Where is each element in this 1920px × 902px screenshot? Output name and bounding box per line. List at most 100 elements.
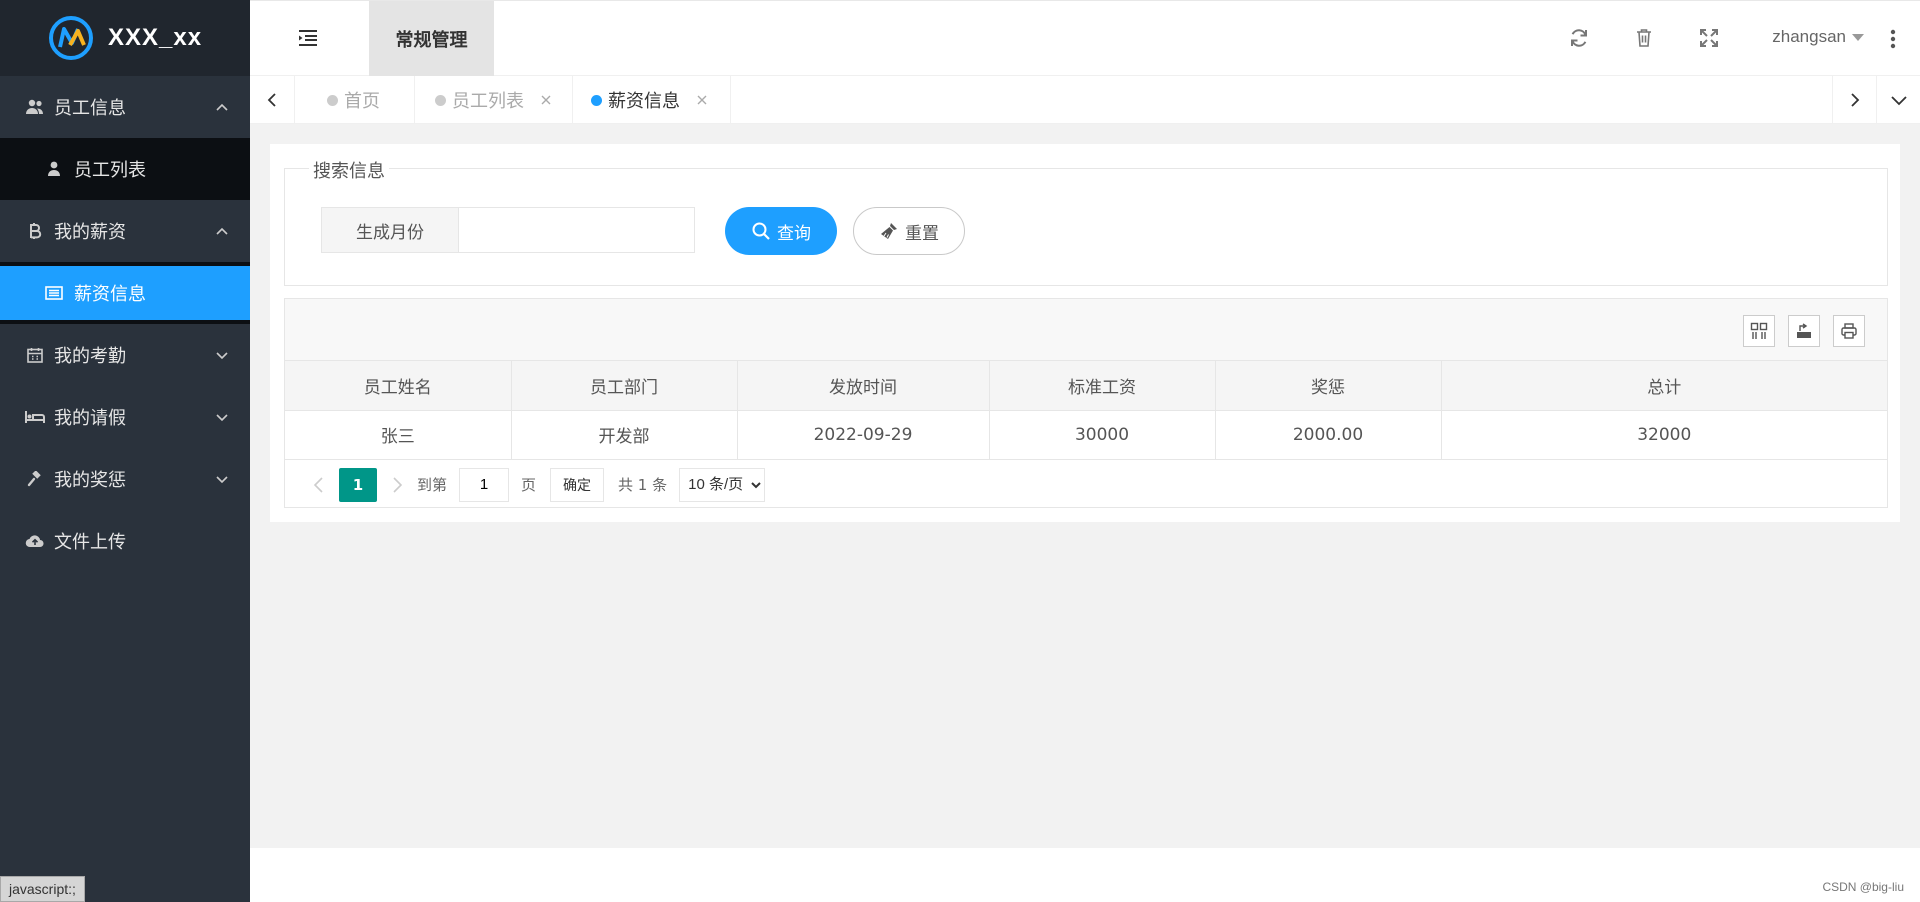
- table-cell: 32000: [1441, 410, 1887, 460]
- sidebar-item-salary-info[interactable]: 薪资信息: [0, 262, 250, 324]
- reset-button[interactable]: 重置: [853, 207, 965, 255]
- sidebar-item-employee-info[interactable]: 员工信息: [0, 76, 250, 138]
- tabs-scroll-left[interactable]: [250, 76, 295, 124]
- tab-label: 薪资信息: [608, 91, 680, 112]
- tab-label: 首页: [344, 91, 380, 112]
- trash-icon[interactable]: [1633, 27, 1655, 49]
- page-size-select[interactable]: 10 条/页: [679, 467, 766, 502]
- tabs-dropdown[interactable]: [1876, 76, 1920, 124]
- goto-page-input[interactable]: [459, 467, 510, 502]
- column-header[interactable]: 奖惩: [1215, 361, 1442, 411]
- calendar-icon: [24, 345, 46, 365]
- chevron-down-icon: [216, 352, 228, 360]
- prev-page-icon[interactable]: [309, 475, 329, 495]
- data-table-panel: 员工姓名 员工部门 发放时间 标准工资 奖惩 总计 张三 开发部 2022-09…: [284, 298, 1888, 508]
- month-label: 生成月份: [321, 207, 459, 253]
- table-cell: 张三: [285, 410, 512, 460]
- chevron-up-icon: [216, 103, 228, 111]
- status-tooltip: javascript:;: [0, 876, 85, 902]
- tab-employee-list[interactable]: 员工列表: [415, 76, 573, 124]
- tab-label: 员工列表: [452, 91, 524, 112]
- table-cell: 开发部: [511, 410, 738, 460]
- fullscreen-icon[interactable]: [1698, 27, 1720, 49]
- salary-table: 员工姓名 员工部门 发放时间 标准工资 奖惩 总计 张三 开发部 2022-09…: [285, 361, 1887, 460]
- user-menu[interactable]: zhangsan: [1772, 27, 1864, 47]
- sidebar-item-label: 我的考勤: [54, 346, 126, 367]
- next-page-icon[interactable]: [387, 475, 407, 495]
- query-button[interactable]: 查询: [725, 207, 837, 255]
- query-label: 查询: [777, 223, 811, 243]
- tabs-scroll-right[interactable]: [1832, 76, 1876, 124]
- print-button[interactable]: [1833, 315, 1865, 347]
- username: zhangsan: [1772, 27, 1846, 46]
- chevron-down-icon: [216, 414, 228, 422]
- column-header[interactable]: 标准工资: [989, 361, 1216, 411]
- sidebar-item-my-salary[interactable]: 我的薪资: [0, 200, 250, 262]
- gavel-icon: [24, 469, 46, 489]
- search-panel: 搜索信息 生成月份 查询 重置: [284, 157, 1888, 286]
- tab-dot: [327, 94, 338, 106]
- columns-filter-button[interactable]: [1743, 315, 1775, 347]
- logo-icon: [49, 16, 93, 60]
- close-icon[interactable]: [696, 94, 708, 106]
- print-icon: [1841, 323, 1857, 339]
- sidebar-item-label: 员工列表: [74, 160, 146, 181]
- sidebar-item-label: 我的请假: [54, 408, 126, 429]
- sidebar: XXX_xx 员工信息 员工列表 我的薪资 薪资信息 我的考勤 我的请假 我的奖…: [0, 0, 250, 902]
- table-toolbar: [285, 299, 1887, 361]
- sidebar-item-label: 我的薪资: [54, 222, 126, 243]
- tab-dot: [435, 94, 446, 106]
- tab-home[interactable]: 首页: [295, 76, 415, 124]
- column-header[interactable]: 员工部门: [511, 361, 738, 411]
- sidebar-item-label: 文件上传: [54, 532, 126, 553]
- chevron-right-icon: [1850, 93, 1859, 107]
- sidebar-item-label: 薪资信息: [74, 284, 146, 305]
- refresh-icon[interactable]: [1568, 27, 1590, 49]
- table-row[interactable]: 张三 开发部 2022-09-29 30000 2000.00 32000: [285, 410, 1887, 460]
- goto-confirm-button[interactable]: 确定: [550, 467, 605, 502]
- page-number-current[interactable]: 1: [339, 467, 377, 502]
- search-icon: [752, 222, 770, 240]
- list-icon: [44, 283, 64, 303]
- tab-salary-info[interactable]: 薪资信息: [573, 76, 731, 124]
- sidebar-item-my-rewards[interactable]: 我的奖惩: [0, 448, 250, 510]
- export-icon: [1797, 323, 1811, 338]
- table-cell: 2022-09-29: [737, 410, 990, 460]
- bed-icon: [24, 407, 46, 427]
- sidebar-item-my-attendance[interactable]: 我的考勤: [0, 324, 250, 386]
- total-count: 共 1 条: [618, 476, 668, 494]
- chevron-left-icon: [267, 93, 276, 107]
- tab-dot: [591, 94, 602, 106]
- top-header: 常规管理 zhangsan: [250, 0, 1920, 76]
- chevron-down-icon: [216, 476, 228, 484]
- sidebar-item-label: 我的奖惩: [54, 470, 126, 491]
- month-input[interactable]: [458, 207, 695, 253]
- sidebar-item-employee-list[interactable]: 员工列表: [0, 138, 250, 200]
- chevron-down-icon: [1890, 96, 1907, 106]
- goto-prefix: 到第: [417, 476, 448, 494]
- sidebar-item-my-leave[interactable]: 我的请假: [0, 386, 250, 448]
- module-tab[interactable]: 常规管理: [369, 1, 494, 76]
- goto-suffix: 页: [521, 476, 537, 494]
- sidebar-item-file-upload[interactable]: 文件上传: [0, 510, 250, 572]
- main-content: 搜索信息 生成月份 查询 重置 员工姓名 员工部门 发放时间 标准工资 奖惩 总…: [250, 124, 1920, 848]
- content-card: 搜索信息 生成月份 查询 重置 员工姓名 员工部门 发放时间 标准工资 奖惩 总…: [270, 144, 1900, 522]
- pagination: 1 到第 页 确定 共 1 条 10 条/页: [285, 460, 1887, 510]
- bitcoin-icon: [24, 221, 46, 241]
- table-header-row: 员工姓名 员工部门 发放时间 标准工资 奖惩 总计: [285, 361, 1887, 411]
- search-legend: 搜索信息: [309, 157, 389, 183]
- app-title: XXX_xx: [108, 24, 203, 51]
- column-header[interactable]: 发放时间: [737, 361, 990, 411]
- more-vertical-icon[interactable]: [1890, 29, 1896, 49]
- chevron-up-icon: [216, 227, 228, 235]
- menu-toggle-icon[interactable]: [298, 29, 318, 47]
- export-button[interactable]: [1788, 315, 1820, 347]
- column-header[interactable]: 员工姓名: [285, 361, 512, 411]
- column-header[interactable]: 总计: [1441, 361, 1887, 411]
- footer-credit: CSDN @big-liu: [1822, 880, 1904, 894]
- users-icon: [24, 97, 46, 117]
- logo[interactable]: XXX_xx: [0, 0, 250, 76]
- close-icon[interactable]: [540, 94, 552, 106]
- broom-icon: [881, 223, 897, 239]
- reset-label: 重置: [905, 223, 939, 243]
